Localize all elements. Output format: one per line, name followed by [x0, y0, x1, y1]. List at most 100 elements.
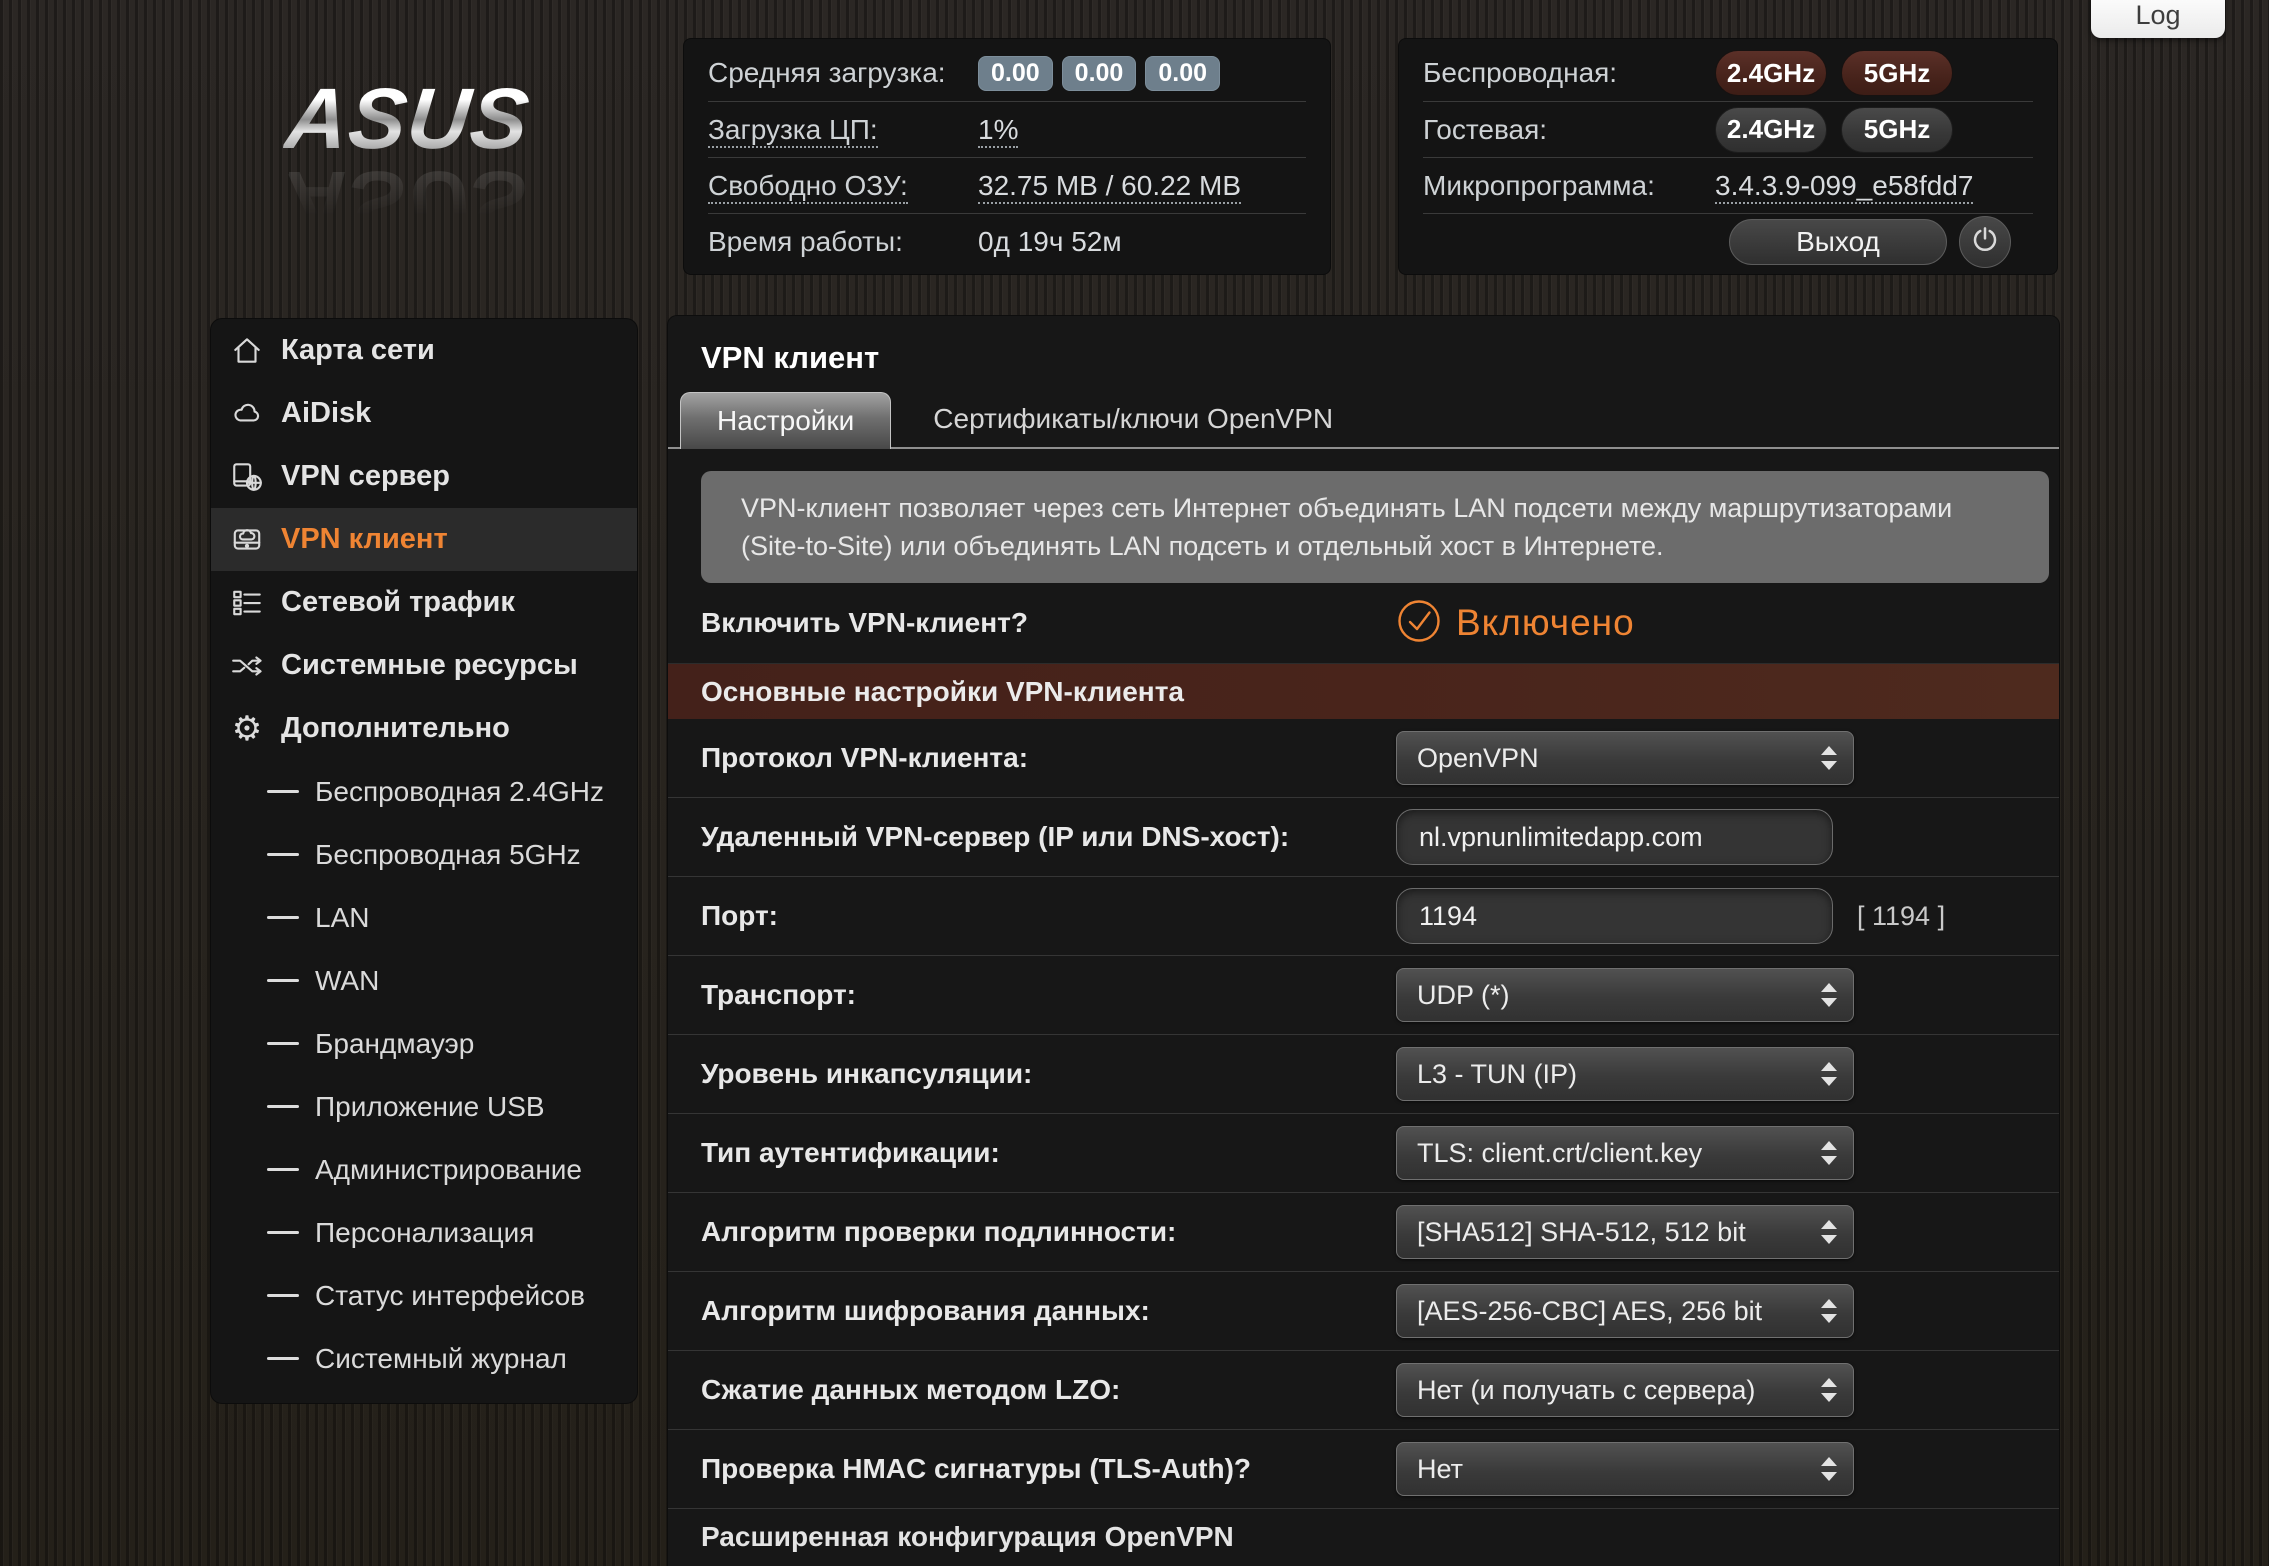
- sidebar-item-advanced[interactable]: ⚙ Дополнительно: [211, 697, 637, 760]
- dash-icon: [267, 1042, 299, 1045]
- logout-button[interactable]: Выход: [1729, 219, 1947, 265]
- tab-settings[interactable]: Настройки: [680, 392, 891, 449]
- sidebar-item-label: AiDisk: [281, 397, 371, 430]
- wireless-24ghz-pill[interactable]: 2.4GHz: [1715, 50, 1827, 96]
- guest-5ghz-pill[interactable]: 5GHz: [1841, 107, 1953, 153]
- sidebar-subitem-interface-status[interactable]: Статус интерфейсов: [211, 1264, 637, 1327]
- select-arrows-icon: [1821, 1141, 1837, 1165]
- sidebar-subitem-firewall[interactable]: Брандмауэр: [211, 1012, 637, 1075]
- tab-certificates[interactable]: Сертификаты/ключи OpenVPN: [891, 390, 1375, 447]
- tab-bar: Настройки Сертификаты/ключи OpenVPN: [668, 390, 2059, 449]
- reboot-button[interactable]: [1959, 216, 2011, 268]
- sidebar-item-network-traffic[interactable]: Сетевой трафик: [211, 571, 637, 634]
- sidebar-item-label: Сетевой трафик: [281, 586, 515, 619]
- home-icon: [229, 333, 265, 369]
- sidebar-subitem-usb-application[interactable]: Приложение USB: [211, 1075, 637, 1138]
- protocol-row: Протокол VPN-клиента: OpenVPN: [668, 719, 2059, 798]
- sidebar-item-label: Системные ресурсы: [281, 649, 578, 682]
- port-label: Порт:: [668, 900, 1396, 932]
- sidebar-item-network-map[interactable]: Карта сети: [211, 319, 637, 382]
- sidebar-subitem-wireless-24ghz[interactable]: Беспроводная 2.4GHz: [211, 760, 637, 823]
- sidebar-subitem-personalization[interactable]: Персонализация: [211, 1201, 637, 1264]
- hmac-algorithm-row: Алгоритм проверки подлинности: [SHA512] …: [668, 1193, 2059, 1272]
- select-arrows-icon: [1821, 1062, 1837, 1086]
- dash-icon: [267, 1168, 299, 1171]
- lzo-compression-select[interactable]: Нет (и получать с сервера): [1396, 1363, 1854, 1417]
- load-average-badges: 0.00 0.00 0.00: [978, 56, 1220, 91]
- auth-type-label: Тип аутентификации:: [668, 1137, 1396, 1169]
- sidebar-subitem-administration[interactable]: Администрирование: [211, 1138, 637, 1201]
- sidebar-item-label: VPN клиент: [281, 523, 448, 556]
- enable-vpn-toggle[interactable]: Включено: [1396, 598, 1635, 649]
- cipher-select[interactable]: [AES-256-CBC] AES, 256 bit: [1396, 1284, 1854, 1338]
- free-ram-row: Свободно ОЗУ: 32.75 MB / 60.22 MB: [708, 157, 1306, 213]
- uptime-row: Время работы: 0д 19ч 52м: [708, 213, 1306, 269]
- dash-icon: [267, 1231, 299, 1234]
- auth-type-select[interactable]: TLS: client.crt/client.key: [1396, 1126, 1854, 1180]
- sidebar-subitem-lan[interactable]: LAN: [211, 886, 637, 949]
- sidebar-subitem-wan[interactable]: WAN: [211, 949, 637, 1012]
- gear-icon: ⚙: [229, 711, 265, 747]
- enabled-status-text: Включено: [1456, 602, 1635, 644]
- power-icon: [1970, 224, 2000, 259]
- main-content: VPN клиент Настройки Сертификаты/ключи O…: [667, 315, 2060, 1566]
- sidebar-item-system-resources[interactable]: Системные ресурсы: [211, 634, 637, 697]
- tls-auth-row: Проверка HMAC сигнатуры (TLS-Auth)? Нет: [668, 1430, 2059, 1509]
- sidebar-item-vpn-server[interactable]: VPN сервер: [211, 445, 637, 508]
- enabled-check-icon: [1396, 598, 1442, 649]
- enable-vpn-row: Включить VPN-клиент? Включено: [668, 583, 2059, 663]
- sidebar-subitem-label: Персонализация: [315, 1217, 534, 1249]
- cpu-load-value[interactable]: 1%: [978, 114, 1018, 146]
- wireless-row: Беспроводная: 2.4GHz 5GHz: [1423, 45, 2033, 101]
- sidebar-subitem-label: Брандмауэр: [315, 1028, 474, 1060]
- sidebar-subitem-label: Приложение USB: [315, 1091, 545, 1123]
- wireless-5ghz-pill[interactable]: 5GHz: [1841, 50, 1953, 96]
- port-row: Порт: [ 1194 ]: [668, 877, 2059, 956]
- auth-type-row: Тип аутентификации: TLS: client.crt/clie…: [668, 1114, 2059, 1193]
- guest-24ghz-pill[interactable]: 2.4GHz: [1715, 107, 1827, 153]
- section-header-advanced-config: Расширенная конфигурация OpenVPN: [668, 1509, 2059, 1564]
- sidebar-subitem-label: Статус интерфейсов: [315, 1280, 585, 1312]
- enable-vpn-label: Включить VPN-клиент?: [668, 607, 1396, 639]
- cipher-label: Алгоритм шифрования данных:: [668, 1295, 1396, 1327]
- hmac-algorithm-select[interactable]: [SHA512] SHA-512, 512 bit: [1396, 1205, 1854, 1259]
- logout-button-label: Выход: [1796, 226, 1880, 258]
- section-header-basic-settings: Основные настройки VPN-клиента: [668, 663, 2059, 719]
- port-input[interactable]: [1396, 888, 1833, 944]
- sidebar-item-vpn-client[interactable]: VPN клиент: [211, 508, 637, 571]
- firmware-version-link[interactable]: 3.4.3.9-099_e58fdd7: [1715, 170, 1973, 202]
- load-average-label: Средняя загрузка:: [708, 57, 978, 89]
- sidebar-nav: Карта сети AiDisk VPN сервер VPN клиент …: [210, 318, 638, 1404]
- cpu-load-label[interactable]: Загрузка ЦП:: [708, 114, 978, 146]
- log-button[interactable]: Log: [2091, 0, 2225, 38]
- page-title: VPN клиент: [668, 316, 2059, 376]
- dash-icon: [267, 916, 299, 919]
- protocol-select[interactable]: OpenVPN: [1396, 731, 1854, 785]
- sidebar-item-aidisk[interactable]: AiDisk: [211, 382, 637, 445]
- sidebar-subitem-label: WAN: [315, 965, 379, 997]
- free-ram-value[interactable]: 32.75 MB / 60.22 MB: [978, 170, 1241, 202]
- firmware-row: Микропрограмма: 3.4.3.9-099_e58fdd7: [1423, 157, 2033, 213]
- load-badge-3: 0.00: [1145, 56, 1220, 91]
- cipher-row: Алгоритм шифрования данных: [AES-256-CBC…: [668, 1272, 2059, 1351]
- logout-row: Выход: [1423, 213, 2033, 269]
- firmware-label: Микропрограмма:: [1423, 170, 1715, 202]
- load-badge-2: 0.00: [1062, 56, 1137, 91]
- vpn-client-icon: [229, 522, 265, 558]
- guest-row: Гостевая: 2.4GHz 5GHz: [1423, 101, 2033, 157]
- select-arrows-icon: [1821, 1299, 1837, 1323]
- sidebar-subitem-wireless-5ghz[interactable]: Беспроводная 5GHz: [211, 823, 637, 886]
- sidebar-subitem-system-log[interactable]: Системный журнал: [211, 1327, 637, 1390]
- free-ram-label[interactable]: Свободно ОЗУ:: [708, 170, 978, 202]
- tls-auth-select[interactable]: Нет: [1396, 1442, 1854, 1496]
- dash-icon: [267, 1357, 299, 1360]
- transport-select[interactable]: UDP (*): [1396, 968, 1854, 1022]
- vpn-server-icon: [229, 459, 265, 495]
- remote-server-input[interactable]: [1396, 809, 1833, 865]
- encapsulation-label: Уровень инкапсуляции:: [668, 1058, 1396, 1090]
- sidebar-subitem-label: Беспроводная 2.4GHz: [315, 776, 604, 808]
- encapsulation-select[interactable]: L3 - TUN (IP): [1396, 1047, 1854, 1101]
- select-arrows-icon: [1821, 1220, 1837, 1244]
- wireless-status-panel: Беспроводная: 2.4GHz 5GHz Гостевая: 2.4G…: [1398, 38, 2058, 275]
- log-button-label: Log: [2135, 0, 2180, 31]
